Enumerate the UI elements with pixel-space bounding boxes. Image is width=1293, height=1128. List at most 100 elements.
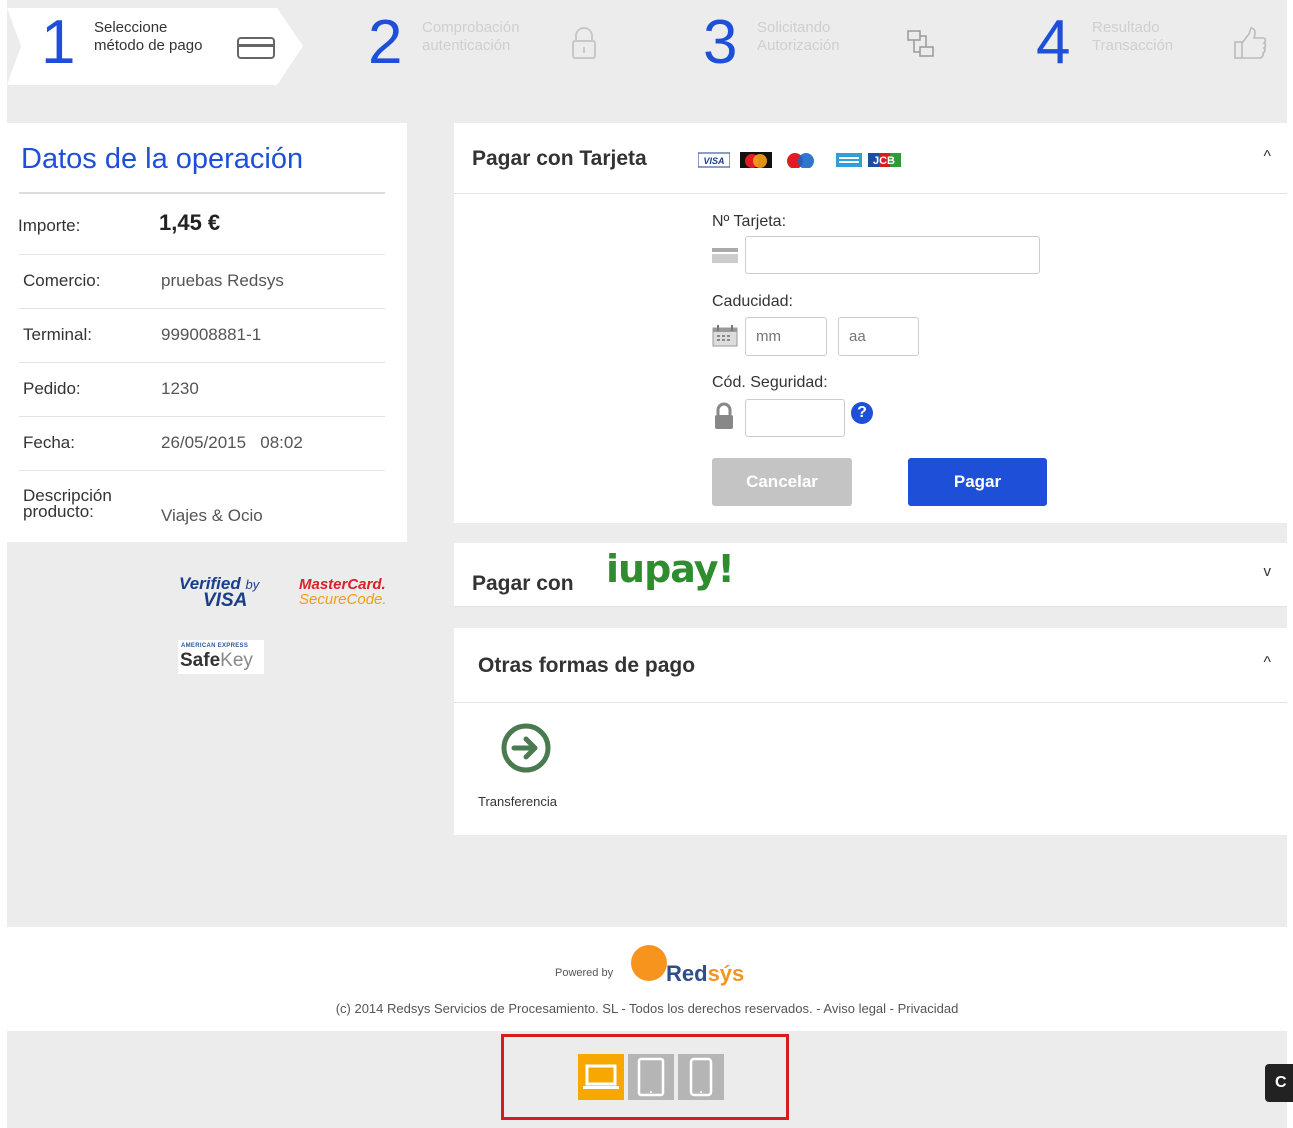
step-label-line1: Comprobación xyxy=(422,19,520,36)
securecode-text: SecureCode. xyxy=(299,591,387,608)
expiry-label: Caducidad: xyxy=(712,293,793,310)
step-label-line1: Seleccione xyxy=(94,19,168,36)
chevron-up-icon[interactable]: ^ xyxy=(1263,654,1271,672)
mastercard-text: MasterCard. xyxy=(299,576,386,593)
step-4: 4 Resultado Transacción xyxy=(1032,8,1287,85)
amex-safekey-logo: AMERICAN EXPRESS SafeKey xyxy=(178,640,264,674)
progress-steps: 1 Seleccione método de pago 2 Comprobaci… xyxy=(7,8,1287,85)
help-icon[interactable]: ? xyxy=(851,402,873,424)
step-label: Comprobación autenticación xyxy=(422,19,520,55)
step-label: Solicitando Autorización xyxy=(757,19,840,55)
cvv-input[interactable] xyxy=(745,399,845,437)
step-number: 4 xyxy=(1036,8,1071,77)
mobile-icon xyxy=(689,1057,713,1097)
operation-row-terminal: Terminal: 999008881-1 xyxy=(19,308,385,363)
redsys-logo-mark xyxy=(631,945,667,981)
step-3: 3 Solicitando Autorización xyxy=(697,8,977,85)
amex-text: AMERICAN EXPRESS xyxy=(181,643,249,649)
tablet-view-button[interactable] xyxy=(628,1054,674,1100)
card-number-input[interactable] xyxy=(745,236,1040,274)
operation-title-divider xyxy=(19,192,385,194)
chevron-up-icon[interactable]: ^ xyxy=(1263,148,1271,166)
card-payment-title: Pagar con Tarjeta xyxy=(472,147,647,170)
step-number: 1 xyxy=(41,8,76,77)
terminal-label: Terminal: xyxy=(23,325,92,344)
mobile-view-button[interactable] xyxy=(678,1054,724,1100)
cancel-button[interactable]: Cancelar xyxy=(712,458,852,506)
corner-tab[interactable]: C xyxy=(1265,1064,1293,1102)
copyright-text: (c) 2014 Redsys Servicios de Procesamien… xyxy=(335,1001,959,1016)
amex-brand-icon xyxy=(836,153,862,167)
mastercard-securecode-logo: MasterCard. SecureCode. xyxy=(299,577,387,607)
safekey-bold-text: Safe xyxy=(180,650,221,671)
maestro-brand-icon xyxy=(787,153,814,168)
desktop-view-button[interactable] xyxy=(578,1054,624,1100)
verified-by-text: by xyxy=(245,577,260,592)
terminal-value: 999008881-1 xyxy=(161,325,262,344)
step-label: Resultado Transacción xyxy=(1092,19,1173,55)
thumbs-up-icon xyxy=(1234,27,1267,59)
iupay-panel[interactable]: Pagar con iupay! v xyxy=(454,543,1287,607)
other-payment-title: Otras formas de pago xyxy=(478,654,696,677)
padlock-icon xyxy=(715,402,733,429)
description-value: Viajes & Ocio xyxy=(161,506,263,525)
transfer-arrow-icon[interactable] xyxy=(500,722,552,774)
operation-row-date: Fecha: 26/05/2015 08:02 xyxy=(19,416,385,471)
network-icon xyxy=(907,30,934,57)
transfer-label[interactable]: Transferencia xyxy=(478,794,557,809)
other-payment-panel: Otras formas de pago ^ Transferencia xyxy=(454,628,1287,835)
redsys-brand-accent: sýs xyxy=(707,961,745,986)
card-small-icon xyxy=(712,248,738,263)
order-label: Pedido: xyxy=(23,379,81,398)
chevron-down-icon[interactable]: v xyxy=(1264,563,1272,580)
operation-title: Datos de la operación xyxy=(21,143,304,175)
powered-by-text: Powered by xyxy=(555,967,614,979)
card-payment-panel: Pagar con Tarjeta VISA JCB ^ Nº Tarjeta: xyxy=(454,123,1287,523)
date-value: 26/05/2015 08:02 xyxy=(161,433,303,452)
redsys-brand-main: Red xyxy=(666,961,708,986)
amount-value: 1,45 € xyxy=(159,210,221,235)
step-label-line1: Resultado xyxy=(1092,19,1160,36)
step-2: 2 Comprobación autenticación xyxy=(362,8,642,85)
expiry-year-input[interactable] xyxy=(838,317,919,356)
card-number-label: Nº Tarjeta: xyxy=(712,213,787,230)
expiry-month-input[interactable] xyxy=(745,317,827,356)
merchant-value: pruebas Redsys xyxy=(161,271,284,290)
iupay-title: Pagar con xyxy=(472,572,574,595)
step-number: 3 xyxy=(703,8,738,77)
iupay-logo: iupay! xyxy=(606,547,735,591)
other-payment-header[interactable]: Otras formas de pago ^ xyxy=(454,628,1287,703)
card-payment-header[interactable]: Pagar con Tarjeta VISA JCB ^ xyxy=(454,123,1287,194)
operation-row-description: Descripción producto: Viajes & Ocio xyxy=(19,470,385,530)
step-label-line1: Solicitando xyxy=(757,19,831,36)
description-label-line2: producto: xyxy=(23,502,94,521)
operation-row-amount: Importe: 1,45 € xyxy=(18,197,385,255)
mastercard-brand-icon xyxy=(740,152,772,168)
device-switcher xyxy=(501,1034,789,1120)
step-label-line2: Autorización xyxy=(757,37,840,54)
step-label-line2: Transacción xyxy=(1092,37,1174,54)
visa-text: VISA xyxy=(203,590,248,611)
verified-by-visa-logo: Verified by VISA xyxy=(179,575,260,611)
visa-brand-icon: VISA xyxy=(698,152,730,168)
merchant-label: Comercio: xyxy=(23,271,101,290)
order-value: 1230 xyxy=(161,379,199,398)
jcb-brand-icon: JCB xyxy=(868,153,901,167)
redsys-logo-text: Redsýs xyxy=(666,961,744,987)
operation-row-order: Pedido: 1230 xyxy=(19,362,385,417)
description-label: Descripción producto: xyxy=(23,487,112,521)
operation-panel: Datos de la operación Importe: 1,45 € Co… xyxy=(7,123,407,542)
tablet-icon xyxy=(637,1057,665,1097)
svg-text:VISA: VISA xyxy=(703,156,724,166)
operation-row-merchant: Comercio: pruebas Redsys xyxy=(19,254,385,309)
step-label-line2: método de pago xyxy=(94,37,203,54)
step-label-line2: autenticación xyxy=(422,37,511,54)
amount-label: Importe: xyxy=(18,216,81,235)
svg-text:JCB: JCB xyxy=(873,155,895,167)
date-label: Fecha: xyxy=(23,433,75,452)
safekey-light-text: Key xyxy=(220,650,253,671)
step-1: 1 Seleccione método de pago xyxy=(7,8,303,85)
pay-button[interactable]: Pagar xyxy=(908,458,1047,506)
calendar-icon xyxy=(712,325,738,347)
card-icon xyxy=(237,37,275,59)
